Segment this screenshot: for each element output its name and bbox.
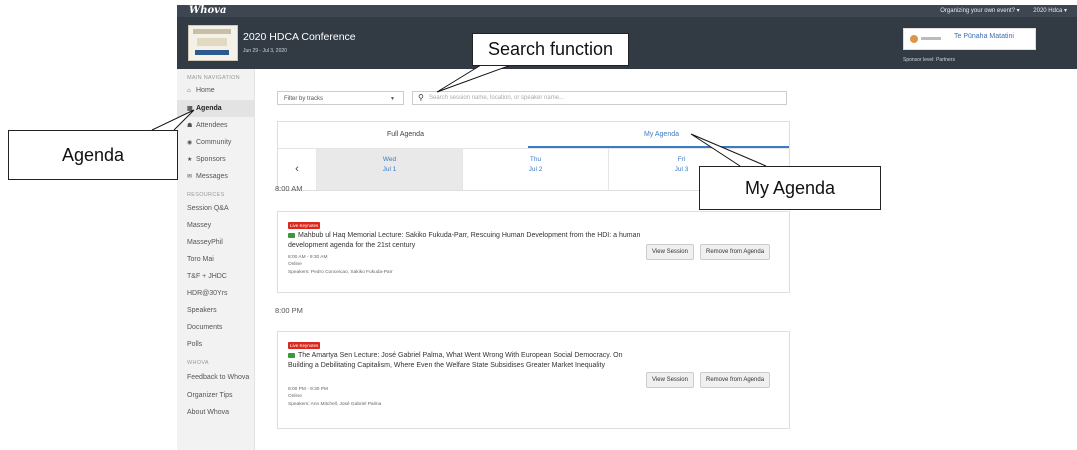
search-input[interactable]: ⚲ Search session name, location, or spea… (412, 91, 787, 105)
whova-app-window: Whova Organizing your own event? ▾ 2020 … (177, 5, 1077, 450)
sidebar-item-attendees[interactable]: ☗ Attendees (177, 117, 254, 134)
my-agenda-callout: My Agenda (699, 166, 881, 210)
sidebar-item-organizer-tips[interactable]: Organizer Tips (177, 387, 254, 404)
conference-title: 2020 HDCA Conference (243, 31, 356, 43)
session-title[interactable]: The Amartya Sen Lecture: José Gabriel Pa… (288, 351, 643, 371)
remove-from-agenda-button[interactable]: Remove from Agenda (700, 372, 771, 388)
sponsor-logo-icon (910, 35, 918, 43)
time-heading: 8:00 PM (275, 306, 303, 315)
sidebar-item-agenda[interactable]: ▦ Agenda (177, 100, 254, 117)
sidebar-item-massey[interactable]: Massey (177, 217, 254, 234)
video-icon (288, 232, 295, 238)
main-navigation-heading: MAIN NAVIGATION (187, 75, 240, 81)
agenda-main: Filter by tracks ▼ ⚲ Search session name… (255, 69, 1077, 450)
sidebar-item-masseyphil[interactable]: MasseyPhil (177, 234, 254, 251)
session-time: 8:00 AM - 9:30 AM (288, 255, 328, 260)
message-icon: ✉ (187, 174, 193, 180)
tab-my-agenda[interactable]: My Agenda (534, 122, 789, 147)
sidebar-item-home[interactable]: ⌂ Home (177, 82, 254, 99)
search-placeholder: Search session name, location, or speake… (429, 95, 565, 101)
session-location: Online (288, 394, 302, 399)
tab-full-agenda[interactable]: Full Agenda (278, 122, 533, 147)
video-icon (288, 352, 295, 358)
top-right-menu: Organizing your own event? ▾ 2020 Hdca ▾ (928, 5, 1067, 17)
session-card[interactable]: Live Keynotes Mahbub ul Haq Memorial Lec… (277, 211, 790, 293)
chevron-down-icon: ▼ (390, 96, 395, 102)
conference-dates: Jun 29 - Jul 3, 2020 (243, 48, 287, 54)
session-speakers: Speakers: Pedro Conceicao, Sakiko Fukuda… (288, 270, 393, 275)
calendar-icon: ▦ (187, 106, 193, 112)
sponsor-icon: ★ (187, 157, 193, 163)
organize-event-link[interactable]: Organizing your own event? ▾ (940, 8, 1019, 14)
search-function-callout: Search function (472, 33, 629, 66)
session-card[interactable]: Live Keynotes The Amartya Sen Lecture: J… (277, 331, 790, 429)
sidebar-item-tf-jhdc[interactable]: T&F + JHDC (177, 268, 254, 285)
sidebar-item-documents[interactable]: Documents (177, 319, 254, 336)
user-menu[interactable]: 2020 Hdca ▾ (1033, 8, 1067, 14)
time-heading: 8:00 AM (275, 184, 303, 193)
resources-heading: RESOURCES (187, 192, 225, 198)
sidebar-item-sponsors[interactable]: ★ Sponsors (177, 151, 254, 168)
sponsor-name: Te Pūnaha Matatini (954, 33, 1014, 40)
whova-logo[interactable]: Whova (189, 5, 226, 17)
sidebar-item-session-qa[interactable]: Session Q&A (177, 200, 254, 217)
sidebar-item-community[interactable]: ◉ Community (177, 134, 254, 151)
session-time: 8:00 PM - 9:30 PM (288, 387, 328, 392)
sidebar-item-messages[interactable]: ✉ Messages (177, 168, 254, 185)
conference-thumbnail (188, 25, 238, 61)
whova-heading: WHOVA (187, 360, 209, 366)
track-filter-select[interactable]: Filter by tracks ▼ (277, 91, 404, 105)
sponsor-banner[interactable]: Te Pūnaha Matatini (903, 28, 1036, 50)
view-session-button[interactable]: View Session (646, 372, 694, 388)
day-tab-wed[interactable]: Wed Jul 1 (316, 149, 462, 190)
session-title[interactable]: Mahbub ul Haq Memorial Lecture: Sakiko F… (288, 231, 643, 251)
sidebar-item-toro-mai[interactable]: Toro Mai (177, 251, 254, 268)
sponsor-logo-mark (921, 37, 941, 40)
live-keynote-badge: Live Keynotes (288, 342, 321, 349)
session-speakers: Speakers: Ann Mitchell, José Gabriel Pal… (288, 402, 382, 407)
community-icon: ◉ (187, 140, 193, 146)
sponsor-level: Sponsor level: Partners (903, 57, 955, 63)
sidebar-item-hdr30yrs[interactable]: HDR@30Yrs (177, 285, 254, 302)
people-icon: ☗ (187, 123, 193, 129)
sidebar-item-feedback[interactable]: Feedback to Whova (177, 369, 254, 386)
remove-from-agenda-button[interactable]: Remove from Agenda (700, 244, 771, 260)
sidebar-item-about-whova[interactable]: About Whova (177, 404, 254, 421)
sidebar-item-polls[interactable]: Polls (177, 336, 254, 353)
session-location: Online (288, 262, 302, 267)
sidebar: MAIN NAVIGATION ⌂ Home ▦ Agenda ☗ Attendees… (177, 69, 255, 450)
home-icon: ⌂ (187, 88, 191, 94)
search-icon: ⚲ (418, 93, 424, 102)
chevron-left-icon: ‹ (295, 163, 299, 175)
live-keynote-badge: Live Keynotes (288, 222, 321, 229)
top-bar: Whova Organizing your own event? ▾ 2020 … (177, 5, 1077, 17)
view-session-button[interactable]: View Session (646, 244, 694, 260)
day-tab-thu[interactable]: Thu Jul 2 (462, 149, 608, 190)
sidebar-item-speakers[interactable]: Speakers (177, 302, 254, 319)
agenda-callout: Agenda (8, 130, 178, 180)
